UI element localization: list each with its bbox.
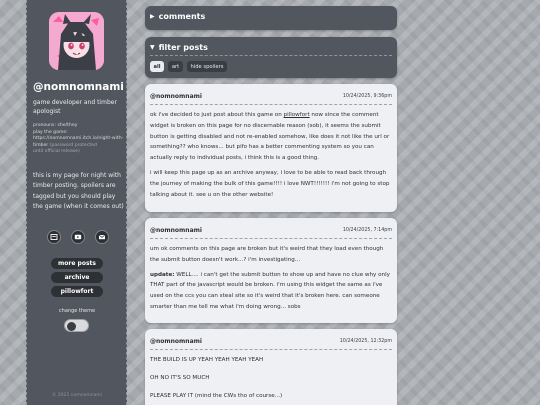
post-card: @nomnomnami 10/24/2025, 9:36pm ok i've d… bbox=[145, 84, 397, 212]
post-text: now since the comment widget is broken o… bbox=[150, 112, 390, 162]
post-card: @nomnomnami 10/24/2025, 12:32pm THE BUIL… bbox=[145, 329, 397, 405]
post-date: 10/24/2025, 9:36pm bbox=[342, 93, 392, 99]
collapse-triangle-icon: ▼ bbox=[150, 44, 155, 51]
post-date: 10/24/2025, 12:32pm bbox=[339, 338, 392, 344]
post-paragraph: PLEASE PLAY IT (mind the CWs tho of cour… bbox=[150, 393, 283, 399]
more-posts-button[interactable]: more posts bbox=[51, 258, 103, 269]
filter-panel: ▼ filter posts bbox=[145, 37, 397, 78]
filter-divider bbox=[150, 55, 392, 56]
post-paragraph: OH NO IT'S SO MUCH bbox=[150, 375, 210, 381]
post-header: @nomnomnami 10/24/2025, 9:36pm bbox=[150, 91, 392, 101]
filter-toggle[interactable]: ▼ filter posts bbox=[150, 43, 208, 52]
comments-panel[interactable]: ▶ comments bbox=[145, 6, 397, 30]
avatar bbox=[49, 12, 104, 70]
post-author[interactable]: @nomnomnami bbox=[150, 338, 202, 345]
expand-triangle-icon: ▶ bbox=[150, 13, 155, 20]
release-note: until official release) bbox=[33, 149, 80, 155]
post-body: um ok comments on this page are broken b… bbox=[150, 244, 391, 317]
post-text: WELL.... i can't get the submit button t… bbox=[150, 271, 390, 310]
archive-button[interactable]: archive bbox=[51, 272, 103, 283]
post-date: 10/24/2025, 7:14pm bbox=[342, 227, 392, 233]
password-note: (password protected bbox=[49, 142, 97, 148]
post-body: ok i've decided to just post about this … bbox=[150, 110, 391, 204]
post-header: @nomnomnami 10/24/2025, 7:14pm bbox=[150, 225, 392, 235]
post-body: THE BUILD IS UP YEAH YEAH YEAH YEAH OH N… bbox=[150, 355, 391, 405]
post-paragraph: um ok comments on this page are broken b… bbox=[150, 246, 384, 263]
social-links bbox=[47, 230, 109, 244]
profile-meta: pronouns: she/they play the game: https:… bbox=[33, 123, 127, 156]
comments-title: comments bbox=[158, 12, 206, 21]
game-link-line: https://nomnomnami.itch.io/night-with-ti… bbox=[33, 136, 127, 149]
copyright-text: © 2025 nomnomnami bbox=[51, 393, 103, 398]
theme-toggle-knob bbox=[67, 321, 76, 331]
post-author[interactable]: @nomnomnami bbox=[150, 93, 202, 100]
post-author[interactable]: @nomnomnami bbox=[150, 227, 202, 234]
post-header: @nomnomnami 10/24/2025, 12:32pm bbox=[150, 336, 392, 346]
filter-chip-art[interactable]: art bbox=[168, 61, 183, 72]
profile-handle: @nomnomnami bbox=[33, 81, 124, 93]
profile-about: this is my page for night with timber po… bbox=[33, 172, 124, 211]
post-divider bbox=[150, 238, 392, 239]
mail-icon[interactable] bbox=[95, 230, 109, 244]
comments-toggle[interactable]: ▶ comments bbox=[150, 12, 205, 21]
post-divider bbox=[150, 104, 392, 105]
post-paragraph: THE BUILD IS UP YEAH YEAH YEAH YEAH bbox=[150, 357, 264, 363]
post-paragraph: update: WELL.... i can't get the submit … bbox=[150, 270, 391, 313]
profile-bio: game developer and timber apologist bbox=[33, 99, 117, 115]
post-divider bbox=[150, 349, 392, 350]
filter-chip-all[interactable]: all bbox=[150, 61, 164, 72]
youtube-icon[interactable] bbox=[71, 230, 85, 244]
post-card: @nomnomnami 10/24/2025, 7:14pm um ok com… bbox=[145, 218, 397, 323]
pillowfort-button[interactable]: pillowfort bbox=[51, 286, 103, 297]
filter-chip-hide-spoilers[interactable]: hide spoilers bbox=[187, 61, 227, 72]
post-paragraph: ok i've decided to just post about this … bbox=[150, 110, 391, 164]
theme-toggle[interactable] bbox=[64, 319, 89, 332]
pillowfort-link[interactable]: pillowfort bbox=[284, 112, 310, 118]
home-icon[interactable] bbox=[47, 230, 61, 244]
pronouns-text: pronouns: she/they bbox=[33, 123, 78, 128]
post-text: ok i've decided to just post about this … bbox=[150, 112, 284, 118]
update-label: update: bbox=[150, 271, 175, 278]
filter-title: filter posts bbox=[158, 43, 208, 52]
sidebar: @nomnomnami game developer and timber ap… bbox=[26, 0, 127, 405]
change-theme-label: change theme bbox=[58, 308, 96, 314]
post-paragraph: i will keep this page up as an archive a… bbox=[150, 169, 390, 198]
